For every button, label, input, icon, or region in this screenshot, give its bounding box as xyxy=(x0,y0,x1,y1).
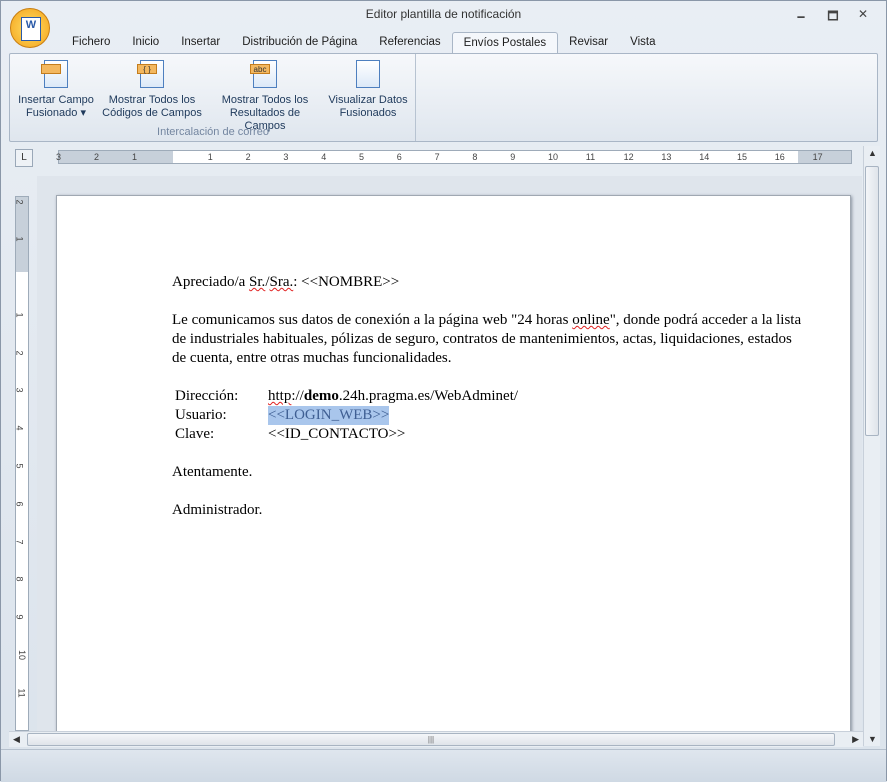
ruler-number: 1 xyxy=(14,312,25,318)
ruler-number: 9 xyxy=(510,152,516,162)
ruler-number: 2 xyxy=(14,350,25,356)
tab-revisar[interactable]: Revisar xyxy=(558,32,619,54)
minimize-button[interactable]: 🗕 xyxy=(790,7,812,28)
button-label: Insertar Campo xyxy=(18,94,94,106)
id-contacto-merge-field[interactable]: <<ID_CONTACTO>> xyxy=(268,425,405,444)
button-label: Visualizar Datos xyxy=(328,94,408,106)
ruler-number: 1 xyxy=(207,152,213,162)
ruler-number: 1 xyxy=(14,236,25,242)
horizontal-scrollbar[interactable]: ◀ ||| ▶ xyxy=(9,731,863,747)
ruler-number: 2 xyxy=(94,152,100,162)
tab-envios-postales[interactable]: Envíos Postales xyxy=(451,32,559,54)
status-bar xyxy=(1,749,886,782)
tab-fichero[interactable]: Fichero xyxy=(61,32,121,54)
tab-referencias[interactable]: Referencias xyxy=(368,32,451,54)
vertical-scroll-thumb[interactable] xyxy=(865,166,879,436)
button-label: Códigos de Campos xyxy=(102,107,202,119)
tab-vista[interactable]: Vista xyxy=(619,32,666,54)
window-title: Editor plantilla de notificación xyxy=(365,7,522,21)
insert-merge-field-button[interactable]: Insertar Campo Fusionado ▾ xyxy=(16,58,96,120)
ruler-number: 16 xyxy=(774,152,785,162)
document-area: Apreciado/a Sr./Sra.: <<NOMBRE>> Le comu… xyxy=(37,176,862,731)
ruler-number: 2 xyxy=(245,152,251,162)
ruler-number: 10 xyxy=(17,649,28,661)
button-label: Mostrar Todos los xyxy=(108,94,196,106)
scroll-right-icon[interactable]: ▶ xyxy=(852,734,859,745)
document-page[interactable]: Apreciado/a Sr./Sra.: <<NOMBRE>> Le comu… xyxy=(56,195,851,731)
ruler-number: 4 xyxy=(321,152,327,162)
ruler-number: 8 xyxy=(14,576,25,582)
ruler-number: 6 xyxy=(396,152,402,162)
horizontal-ruler[interactable]: 3 2 1 1 2 3 4 5 6 7 8 9 10 11 12 13 14 15 16 17 xyxy=(56,150,852,164)
close-button[interactable]: ✕ xyxy=(852,7,874,21)
closing: Atentamente. xyxy=(172,464,253,480)
ruler-number: 3 xyxy=(56,152,62,162)
field-results-icon: abc xyxy=(250,60,277,88)
field-row-clave: Clave: <<ID_CONTACTO>> xyxy=(175,425,406,444)
ruler-number: 11 xyxy=(16,688,27,698)
body-paragraph: Le comunicamos sus datos de conexión a l… xyxy=(172,312,802,366)
ruler-number: 4 xyxy=(14,425,25,431)
scroll-up-icon[interactable]: ▲ xyxy=(868,148,877,158)
show-field-codes-button[interactable]: { } Mostrar Todos los Códigos de Campos xyxy=(102,58,202,120)
tab-distribucion[interactable]: Distribución de Página xyxy=(231,32,368,54)
ribbon-tabs: Fichero Inicio Insertar Distribución de … xyxy=(61,32,666,54)
horizontal-scroll-thumb[interactable]: ||| xyxy=(27,733,835,746)
ruler-number: 6 xyxy=(14,501,25,507)
greeting: Apreciado/a Sr./Sra.: <<NOMBRE>> xyxy=(172,274,400,290)
ruler-number: 1 xyxy=(132,152,138,162)
button-label: Fusionados xyxy=(339,107,397,119)
tab-inicio[interactable]: Inicio xyxy=(121,32,170,54)
field-row-direccion: Dirección: http://demo.24h.pragma.es/WebA… xyxy=(175,388,519,404)
vertical-scrollbar[interactable]: ▲ ▼ xyxy=(863,146,880,746)
ruler-number: 17 xyxy=(812,152,823,162)
document-text[interactable]: Apreciado/a Sr./Sra.: <<NOMBRE>> Le comu… xyxy=(172,273,802,539)
group-label: Intercalación de correo xyxy=(157,126,269,138)
ruler-number: 2 xyxy=(14,199,25,205)
button-label: Mostrar Todos los xyxy=(221,94,309,106)
show-field-results-button[interactable]: abc Mostrar Todos los Resultados de Campo… xyxy=(208,58,322,133)
ruler-number: 9 xyxy=(14,614,25,620)
vertical-ruler[interactable]: 2 1 1 2 3 4 5 6 7 8 9 10 11 xyxy=(15,196,29,731)
ruler-number: 8 xyxy=(472,152,478,162)
field-row-usuario: Usuario: <<LOGIN_WEB>> xyxy=(175,406,390,425)
field-codes-icon: { } xyxy=(137,60,164,88)
insert-merge-field-icon xyxy=(41,60,68,88)
preview-merged-data-button[interactable]: Visualizar Datos Fusionados xyxy=(326,58,410,120)
ruler-number: 14 xyxy=(699,152,710,162)
ruler-number: 11 xyxy=(585,152,596,162)
login-web-merge-field[interactable]: <<LOGIN_WEB>> xyxy=(268,406,390,425)
ruler-number: 13 xyxy=(661,152,672,162)
ribbon: Insertar Campo Fusionado ▾ { } Mostrar To… xyxy=(9,53,878,142)
signature: Administrador. xyxy=(172,502,263,518)
ruler-number: 5 xyxy=(14,463,25,469)
preview-merged-icon xyxy=(356,60,380,88)
scroll-down-icon[interactable]: ▼ xyxy=(868,734,877,744)
mail-merge-group: Insertar Campo Fusionado ▾ { } Mostrar To… xyxy=(10,54,416,141)
tab-insertar[interactable]: Insertar xyxy=(170,32,231,54)
ruler-number: 3 xyxy=(283,152,289,162)
ruler-number: 5 xyxy=(359,152,365,162)
ruler-number: 7 xyxy=(14,539,25,545)
ruler-number: 12 xyxy=(623,152,634,162)
app-window: W Editor plantilla de notificación 🗕 🗖 ✕… xyxy=(0,0,887,782)
ruler-number: 10 xyxy=(548,152,559,162)
ruler-number: 15 xyxy=(737,152,748,162)
scroll-left-icon[interactable]: ◀ xyxy=(13,734,20,745)
ruler-number: 3 xyxy=(14,387,25,393)
maximize-button[interactable]: 🗖 xyxy=(822,7,844,28)
button-label: Fusionado ▾ xyxy=(26,107,86,119)
ruler-number: 7 xyxy=(434,152,440,162)
tab-selector[interactable]: L xyxy=(15,149,33,167)
